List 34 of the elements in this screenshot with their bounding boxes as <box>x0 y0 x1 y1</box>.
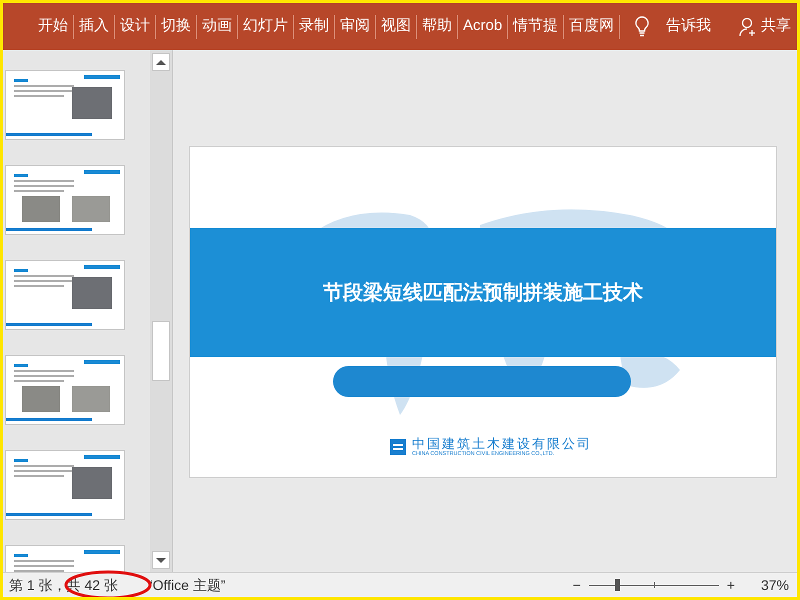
ribbon-tab[interactable]: 切换 <box>156 15 196 38</box>
zoom-slider[interactable] <box>588 578 719 592</box>
zoom-in-button[interactable]: + <box>722 574 739 596</box>
slide-thumbnail[interactable] <box>5 450 125 520</box>
ribbon-tab[interactable]: 设计 <box>115 15 155 38</box>
scroll-up-icon[interactable] <box>152 53 170 71</box>
ribbon-tab[interactable]: 幻灯片 <box>238 15 293 38</box>
ribbon-tab[interactable]: Acrob <box>458 15 508 38</box>
zoom-level[interactable]: 37% <box>760 574 789 596</box>
company-logo-icon <box>390 439 406 456</box>
ribbon-tab[interactable]: 录制 <box>294 15 334 38</box>
scroll-thumb[interactable] <box>152 321 170 381</box>
share-button[interactable]: 共享 <box>739 15 791 38</box>
slide-thumbnail[interactable] <box>5 70 125 140</box>
scroll-down-icon[interactable] <box>152 551 170 569</box>
tell-me-button[interactable]: 告诉我 <box>666 15 712 38</box>
slide-thumbnail[interactable] <box>5 260 125 330</box>
ribbon-tab[interactable]: 帮助 <box>417 15 457 38</box>
ribbon-tab[interactable]: 插入 <box>74 15 114 38</box>
ribbon-tab[interactable]: 视图 <box>376 15 416 38</box>
slide-title: 节段梁短线匹配法预制拼装施工技术 <box>323 280 643 306</box>
ribbon-tab[interactable]: 动画 <box>197 15 237 38</box>
slide-thumbnail[interactable] <box>5 355 125 425</box>
lightbulb-icon <box>634 16 650 38</box>
zoom-out-button[interactable]: − <box>568 574 585 596</box>
ribbon-tab[interactable]: 百度网 <box>564 15 620 38</box>
person-add-icon <box>739 16 757 36</box>
ribbon-tab[interactable]: 审阅 <box>335 15 375 38</box>
ribbon-tab[interactable]: 开始 <box>33 15 73 38</box>
scrollbar[interactable] <box>150 50 172 572</box>
ribbon-tab[interactable]: 情节提 <box>508 15 564 38</box>
slide-thumbnail[interactable] <box>5 165 125 235</box>
zoom-slider-thumb[interactable] <box>615 579 620 591</box>
company-name: 中国建筑土木建设有限公司 <box>412 437 592 450</box>
